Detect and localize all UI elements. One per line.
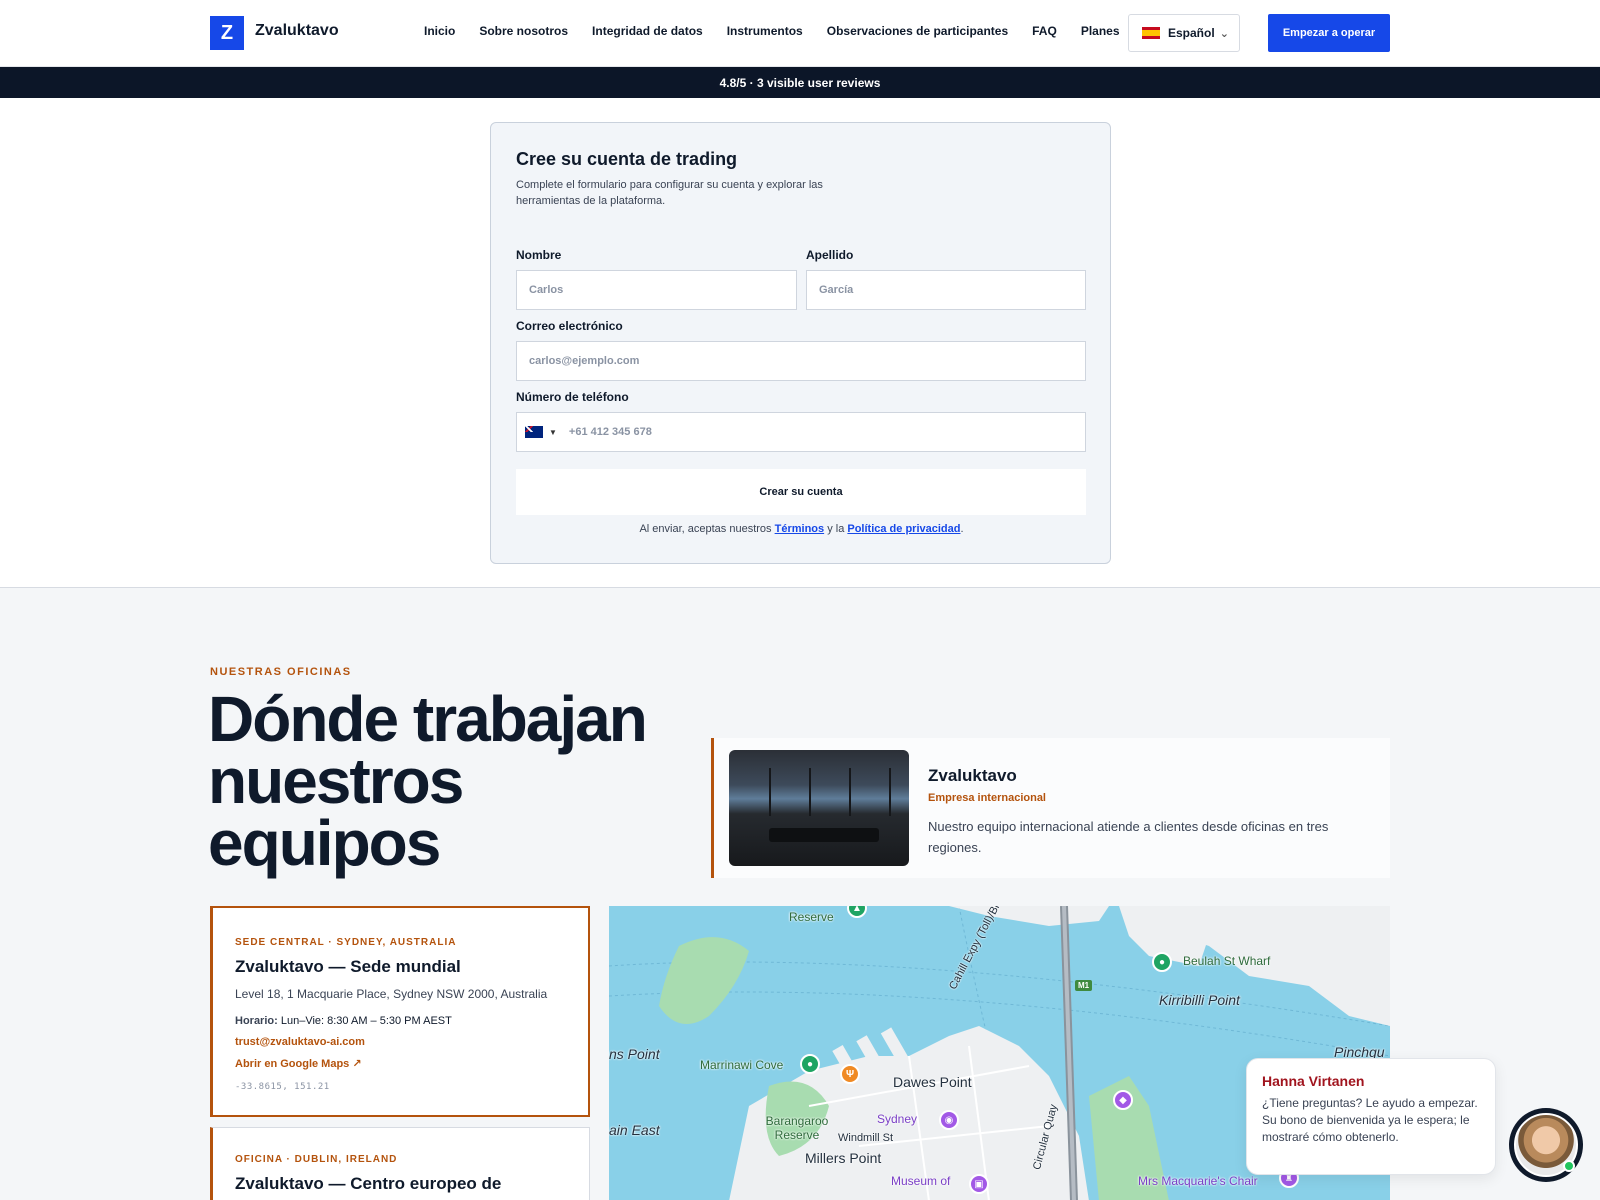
- form-title: Cree su cuenta de trading: [516, 149, 738, 169]
- hours-label: Horario:: [235, 1015, 278, 1027]
- map-label-mrs-macquarie: Mrs Macquarie's Chair: [1138, 1174, 1258, 1188]
- office-card-sydney[interactable]: SEDE CENTRAL · SYDNEY, AUSTRALIA Zvalukt…: [210, 906, 590, 1117]
- map-label-museum: Museum of: [891, 1174, 951, 1188]
- terms-and: y la: [827, 523, 845, 535]
- offices-title: Dónde trabajan nuestros equipos: [208, 683, 648, 879]
- phone-field[interactable]: ▼ +61 412 345 678: [516, 412, 1086, 452]
- offices-eyebrow: NUESTRAS OFICINAS: [210, 666, 352, 678]
- create-account-button[interactable]: Crear su cuenta: [516, 469, 1086, 515]
- email-field[interactable]: carlos@ejemplo.com: [516, 341, 1086, 381]
- map-label-sydney: Sydney: [877, 1112, 918, 1126]
- chevron-down-icon: ⌄: [1219, 28, 1229, 40]
- m1-shield-icon: M1: [1075, 980, 1093, 991]
- brand-name[interactable]: Zvaluktavo: [255, 22, 339, 40]
- office-title: Zvaluktavo — Centro europeo de: [235, 1174, 502, 1193]
- company-intro-card: Zvaluktavo Empresa internacional Nuestro…: [711, 738, 1390, 878]
- office-photo: [729, 750, 909, 866]
- top-navigation: Z Zvaluktavo Inicio Sobre nosotros Integ…: [0, 0, 1600, 67]
- last-name-field[interactable]: García: [806, 270, 1086, 310]
- language-label: Español: [1168, 26, 1215, 40]
- nav-link-inicio[interactable]: Inicio: [424, 24, 455, 38]
- start-trading-button[interactable]: Empezar a operar: [1268, 14, 1390, 52]
- map-label-beulah: Beulah St Wharf: [1183, 954, 1271, 968]
- office-card-dublin[interactable]: OFICINA · DUBLIN, IRELAND Zvaluktavo — C…: [210, 1127, 590, 1200]
- attraction-pin-icon[interactable]: ◆: [1113, 1090, 1133, 1110]
- spain-flag-icon: [1142, 27, 1160, 39]
- office-eyebrow: SEDE CENTRAL · SYDNEY, AUSTRALIA: [235, 937, 457, 948]
- last-name-label: Apellido: [806, 248, 854, 262]
- nav-link-integridad[interactable]: Integridad de datos: [592, 24, 703, 38]
- online-status-icon: [1563, 1160, 1575, 1172]
- map-label-kirribilli: Kirribilli Point: [1159, 992, 1240, 1008]
- map-label-ns-point: ns Point: [609, 1046, 660, 1062]
- museum-pin-icon[interactable]: ▣: [969, 1174, 989, 1194]
- restaurant-pin-icon[interactable]: Ψ: [840, 1064, 860, 1084]
- google-maps-link[interactable]: Abrir en Google Maps ↗: [235, 1057, 362, 1070]
- reviews-banner: 4.8/5 · 3 visible user reviews: [0, 67, 1600, 98]
- chat-agent-name: Hanna Virtanen: [1262, 1073, 1365, 1089]
- terms-prefix: Al enviar, aceptas nuestros: [639, 523, 772, 535]
- office-address: Level 18, 1 Macquarie Place, Sydney NSW …: [235, 987, 548, 1001]
- chat-message: ¿Tiene preguntas? Le ayudo a empezar. Su…: [1262, 1096, 1478, 1144]
- terms-link[interactable]: Términos: [775, 523, 825, 535]
- phone-label: Número de teléfono: [516, 390, 629, 404]
- map-label-windmill: Windmill St: [838, 1132, 894, 1144]
- first-name-label: Nombre: [516, 248, 562, 262]
- language-selector[interactable]: Español ⌄: [1128, 14, 1240, 52]
- office-coordinates: -33.8615, 151.21: [235, 1082, 330, 1092]
- logo-icon[interactable]: Z: [210, 16, 244, 50]
- map-label-millers: Millers Point: [805, 1150, 882, 1166]
- signup-form-card: Cree su cuenta de trading Complete el fo…: [490, 122, 1111, 564]
- terms-end: .: [960, 523, 964, 535]
- email-label: Correo electrónico: [516, 319, 623, 333]
- map-label-barangaroo-reserve: Barangaroo Reserve: [765, 1114, 829, 1142]
- nav-link-sobre-nosotros[interactable]: Sobre nosotros: [479, 24, 568, 38]
- nav-link-planes[interactable]: Planes: [1081, 24, 1120, 38]
- chat-popup[interactable]: Hanna Virtanen ¿Tiene preguntas? Le ayud…: [1246, 1058, 1496, 1175]
- form-subtitle: Complete el formulario para configurar s…: [516, 179, 823, 207]
- map-label-reserve: Reserve: [789, 910, 834, 924]
- nav-links: Inicio Sobre nosotros Integridad de dato…: [424, 24, 1144, 38]
- phone-placeholder: +61 412 345 678: [568, 426, 652, 438]
- office-eyebrow: OFICINA · DUBLIN, IRELAND: [235, 1154, 398, 1165]
- nav-link-observaciones[interactable]: Observaciones de participantes: [827, 24, 1008, 38]
- intro-company-name: Zvaluktavo: [928, 766, 1017, 785]
- map-label-ain-east: ain East: [609, 1122, 660, 1138]
- intro-tag: Empresa internacional: [928, 792, 1046, 804]
- terms-notice: Al enviar, aceptas nuestros Términos y l…: [491, 523, 1112, 535]
- camera-pin-icon[interactable]: ◉: [939, 1110, 959, 1130]
- first-name-field[interactable]: Carlos: [516, 270, 797, 310]
- office-hours: Horario: Lun–Vie: 8:30 AM – 5:30 PM AEST: [235, 1015, 452, 1027]
- ferry-pin-icon[interactable]: ●: [1152, 952, 1172, 972]
- privacy-link[interactable]: Política de privacidad: [847, 523, 960, 535]
- marrinawi-pin-icon[interactable]: ●: [800, 1054, 820, 1074]
- australia-flag-icon[interactable]: [525, 426, 543, 438]
- intro-description: Nuestro equipo internacional atiende a c…: [928, 819, 1329, 855]
- nav-link-faq[interactable]: FAQ: [1032, 24, 1057, 38]
- map-label-dawes: Dawes Point: [893, 1074, 972, 1090]
- office-email-link[interactable]: trust@zvaluktavo-ai.com: [235, 1036, 365, 1048]
- office-title: Zvaluktavo — Sede mundial: [235, 957, 461, 976]
- nav-link-instrumentos[interactable]: Instrumentos: [727, 24, 803, 38]
- country-dropdown-icon[interactable]: ▼: [549, 428, 557, 437]
- hours-value: Lun–Vie: 8:30 AM – 5:30 PM AEST: [280, 1015, 452, 1027]
- map-label-marrinawi: Marrinawi Cove: [700, 1058, 784, 1072]
